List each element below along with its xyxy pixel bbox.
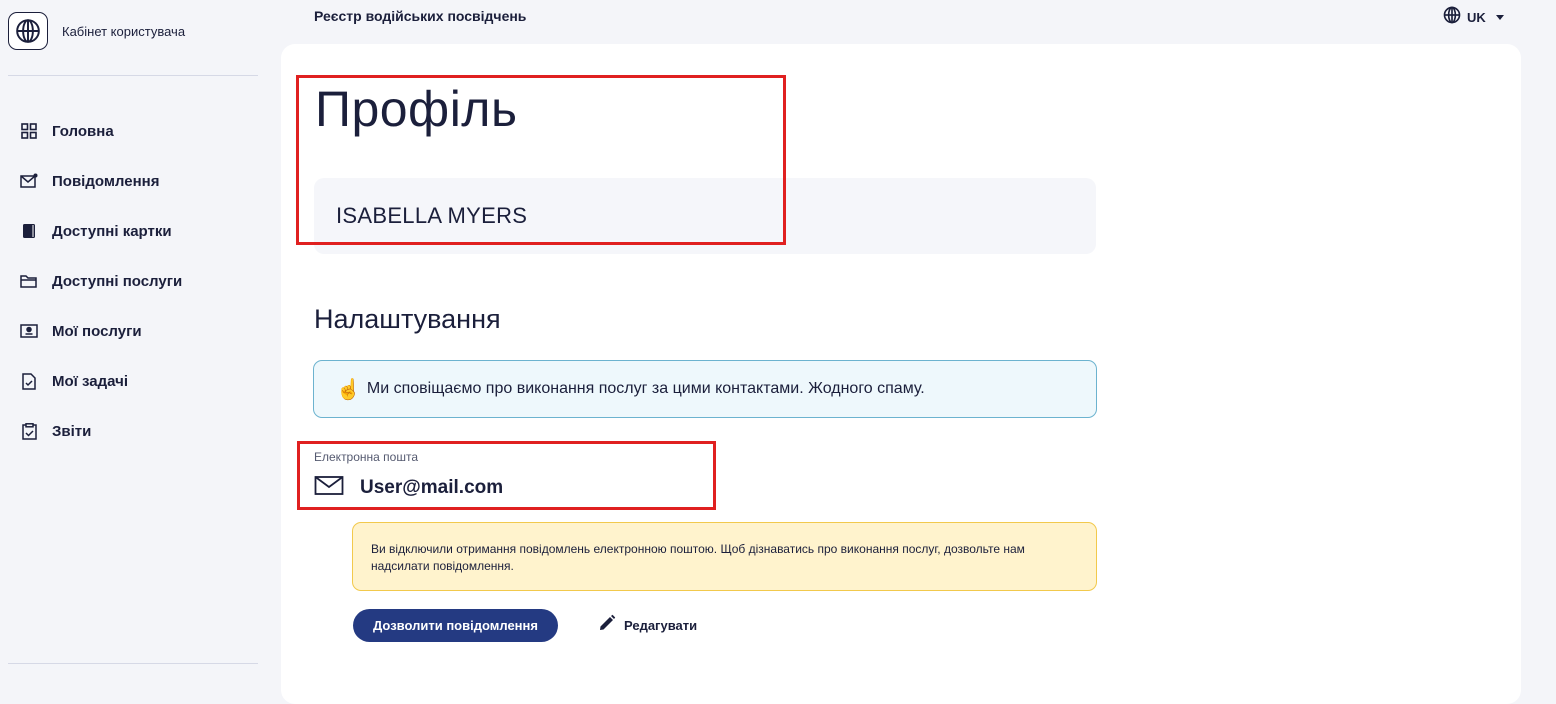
mail-notification-icon (20, 172, 38, 190)
sidebar-item-label: Звіти (52, 422, 92, 440)
warning-banner: Ви відключили отримання повідомлень елек… (352, 522, 1097, 591)
sidebar-divider-top (8, 75, 258, 76)
sidebar-divider-bottom (8, 663, 258, 664)
settings-title: Налаштування (314, 304, 501, 334)
info-banner: ☝️ Ми сповіщаємо про виконання послуг за… (313, 360, 1097, 418)
language-label: UK (1467, 10, 1486, 25)
pointing-up-icon: ☝️ (336, 378, 361, 401)
sidebar-item-label: Мої задачі (52, 372, 129, 390)
sidebar-item-label: Повідомлення (52, 172, 160, 190)
allow-notifications-button[interactable]: Дозволити повідомлення (353, 609, 558, 642)
sidebar-item-label: Головна (52, 122, 114, 140)
globe-logo-icon (8, 12, 48, 50)
sidebar-item-home[interactable]: Головна (20, 106, 182, 156)
task-check-icon (20, 372, 38, 390)
language-selector[interactable]: UK (1443, 6, 1504, 29)
sidebar-item-notifications[interactable]: Повідомлення (20, 156, 182, 206)
highlight-email (297, 441, 716, 510)
chevron-down-icon (1495, 15, 1504, 20)
sidebar: Кабінет користувача Головна Повідомлення (0, 0, 280, 686)
grid-icon (20, 122, 38, 140)
brand[interactable]: Кабінет користувача (8, 12, 185, 50)
edit-button[interactable]: Редагувати (598, 614, 697, 637)
folder-icon (20, 272, 38, 290)
edit-label: Редагувати (624, 618, 698, 633)
sidebar-item-label: Доступні послуги (52, 272, 183, 290)
brand-label: Кабінет користувача (62, 23, 186, 39)
sidebar-nav: Головна Повідомлення Доступні картки Дос… (20, 106, 182, 456)
header-title: Реєстр водійських посвідчень (314, 8, 527, 24)
clipboard-check-icon (20, 422, 38, 440)
sidebar-item-my-tasks[interactable]: Мої задачі (20, 356, 182, 406)
sidebar-item-label: Доступні картки (52, 222, 172, 240)
id-card-icon (20, 322, 38, 340)
info-text: Ми сповіщаємо про виконання послуг за ци… (366, 380, 925, 397)
sidebar-item-label: Мої послуги (52, 322, 142, 340)
globe-icon (1443, 6, 1461, 29)
sidebar-item-reports[interactable]: Звіти (20, 406, 182, 456)
highlight-profile (296, 75, 786, 245)
sidebar-item-available-services[interactable]: Доступні послуги (20, 256, 182, 306)
card-book-icon (20, 222, 38, 240)
sidebar-item-my-services[interactable]: Мої послуги (20, 306, 182, 356)
pencil-icon (598, 614, 616, 637)
sidebar-item-available-cards[interactable]: Доступні картки (20, 206, 182, 256)
